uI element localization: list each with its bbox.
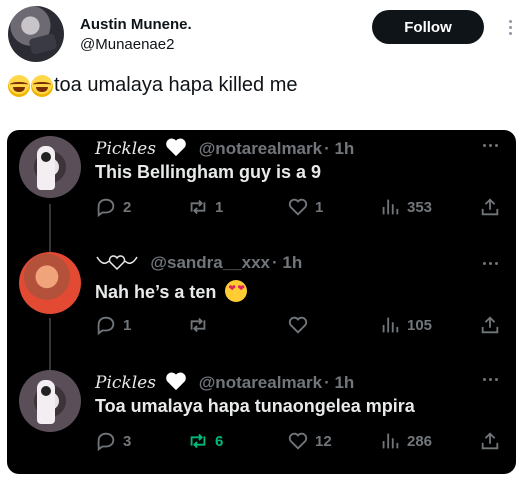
- tweet-text-content: toa umalaya hapa killed me: [54, 74, 298, 96]
- avatar[interactable]: [19, 252, 81, 314]
- retweet-icon: [190, 433, 206, 449]
- retweet-count: 6: [215, 432, 224, 450]
- reply-button[interactable]: 1: [95, 314, 131, 336]
- more-options-icon[interactable]: [483, 144, 503, 150]
- laughing-emoji-icon: [31, 74, 53, 97]
- retweet-icon: [190, 317, 206, 333]
- reply-icon: [97, 432, 115, 452]
- views-button[interactable]: 286: [379, 430, 432, 452]
- tweet-author[interactable]: @sandra__xxx · 1h: [95, 253, 302, 273]
- views-icon: [382, 317, 399, 333]
- tweet-time: · 1h: [272, 253, 303, 272]
- author-handle: @notarealmark: [198, 373, 323, 392]
- view-count: 105: [407, 316, 433, 334]
- tweet-body: This Bellingham guy is a 9: [95, 162, 322, 182]
- thread-line: [49, 318, 51, 372]
- more-options-icon[interactable]: [483, 378, 503, 384]
- heart-wings-icon: [96, 255, 138, 271]
- tweet-body: Nah he’s a ten: [95, 280, 248, 303]
- tweet-author[interactable]: Pickles @notarealmark · 1h: [95, 371, 354, 393]
- share-icon[interactable]: [479, 196, 501, 218]
- tweet-header: Austin Munene. @Munaenae2 Follow: [8, 6, 517, 64]
- retweet-button[interactable]: 1: [187, 196, 223, 218]
- reply-count: 3: [123, 432, 132, 450]
- views-button[interactable]: 105: [379, 314, 432, 336]
- tweet-author[interactable]: Pickles @notarealmark · 1h: [95, 137, 354, 159]
- thread-line: [49, 204, 51, 252]
- follow-button[interactable]: Follow: [372, 10, 484, 44]
- retweet-button[interactable]: [187, 314, 215, 336]
- white-heart-icon: [166, 372, 187, 391]
- tweet-time: · 1h: [324, 139, 355, 158]
- avatar[interactable]: [19, 136, 81, 198]
- tweet-actions: 1 105: [95, 314, 505, 338]
- like-count: 12: [315, 432, 332, 450]
- tweet-body: Toa umalaya hapa tunaongelea mpira: [95, 396, 415, 416]
- reply-icon: [97, 316, 115, 336]
- author-handle: @notarealmark: [198, 139, 323, 158]
- author-name: Pickles: [95, 373, 156, 393]
- like-count: 1: [315, 198, 324, 216]
- avatar[interactable]: [8, 6, 64, 62]
- avatar[interactable]: [19, 370, 81, 432]
- reply-button[interactable]: 2: [95, 196, 131, 218]
- like-button[interactable]: 12: [287, 430, 332, 452]
- tweet-time: · 1h: [324, 373, 355, 392]
- views-button[interactable]: 353: [379, 196, 432, 218]
- heart-icon: [288, 198, 308, 216]
- heart-icon: [288, 432, 308, 450]
- views-icon: [382, 433, 399, 449]
- tweet-text: toa umalaya hapa killed me: [8, 74, 297, 97]
- laughing-emoji-icon: [8, 74, 30, 97]
- author-name[interactable]: Austin Munene.: [80, 16, 192, 33]
- retweet-count: 1: [215, 198, 224, 216]
- like-button[interactable]: [287, 314, 315, 336]
- embedded-screenshot: Pickles @notarealmark · 1h This Bellingha…: [7, 130, 516, 474]
- author-name: Pickles: [95, 139, 156, 159]
- tweet-actions: 3 6 12 286: [95, 430, 505, 454]
- view-count: 286: [407, 432, 433, 450]
- tweet-actions: 2 1 1 353: [95, 196, 505, 220]
- view-count: 353: [407, 198, 433, 216]
- like-button[interactable]: 1: [287, 196, 323, 218]
- more-options-icon[interactable]: [483, 262, 503, 268]
- white-heart-icon: [166, 138, 187, 157]
- reply-count: 1: [123, 316, 132, 334]
- share-icon[interactable]: [479, 314, 501, 336]
- heart-eyes-emoji-icon: [225, 280, 248, 302]
- heart-icon: [288, 316, 308, 334]
- retweet-icon: [190, 199, 206, 215]
- share-icon[interactable]: [479, 430, 501, 452]
- reply-button[interactable]: 3: [95, 430, 131, 452]
- retweet-button[interactable]: 6: [187, 430, 223, 452]
- author-handle[interactable]: @Munaenae2: [80, 36, 174, 53]
- reply-icon: [97, 198, 115, 218]
- author-handle: @sandra__xxx: [150, 253, 271, 272]
- more-options-icon[interactable]: [502, 12, 518, 42]
- tweet-body-text: Nah he’s a ten: [95, 282, 217, 302]
- views-icon: [382, 199, 399, 215]
- reply-count: 2: [123, 198, 132, 216]
